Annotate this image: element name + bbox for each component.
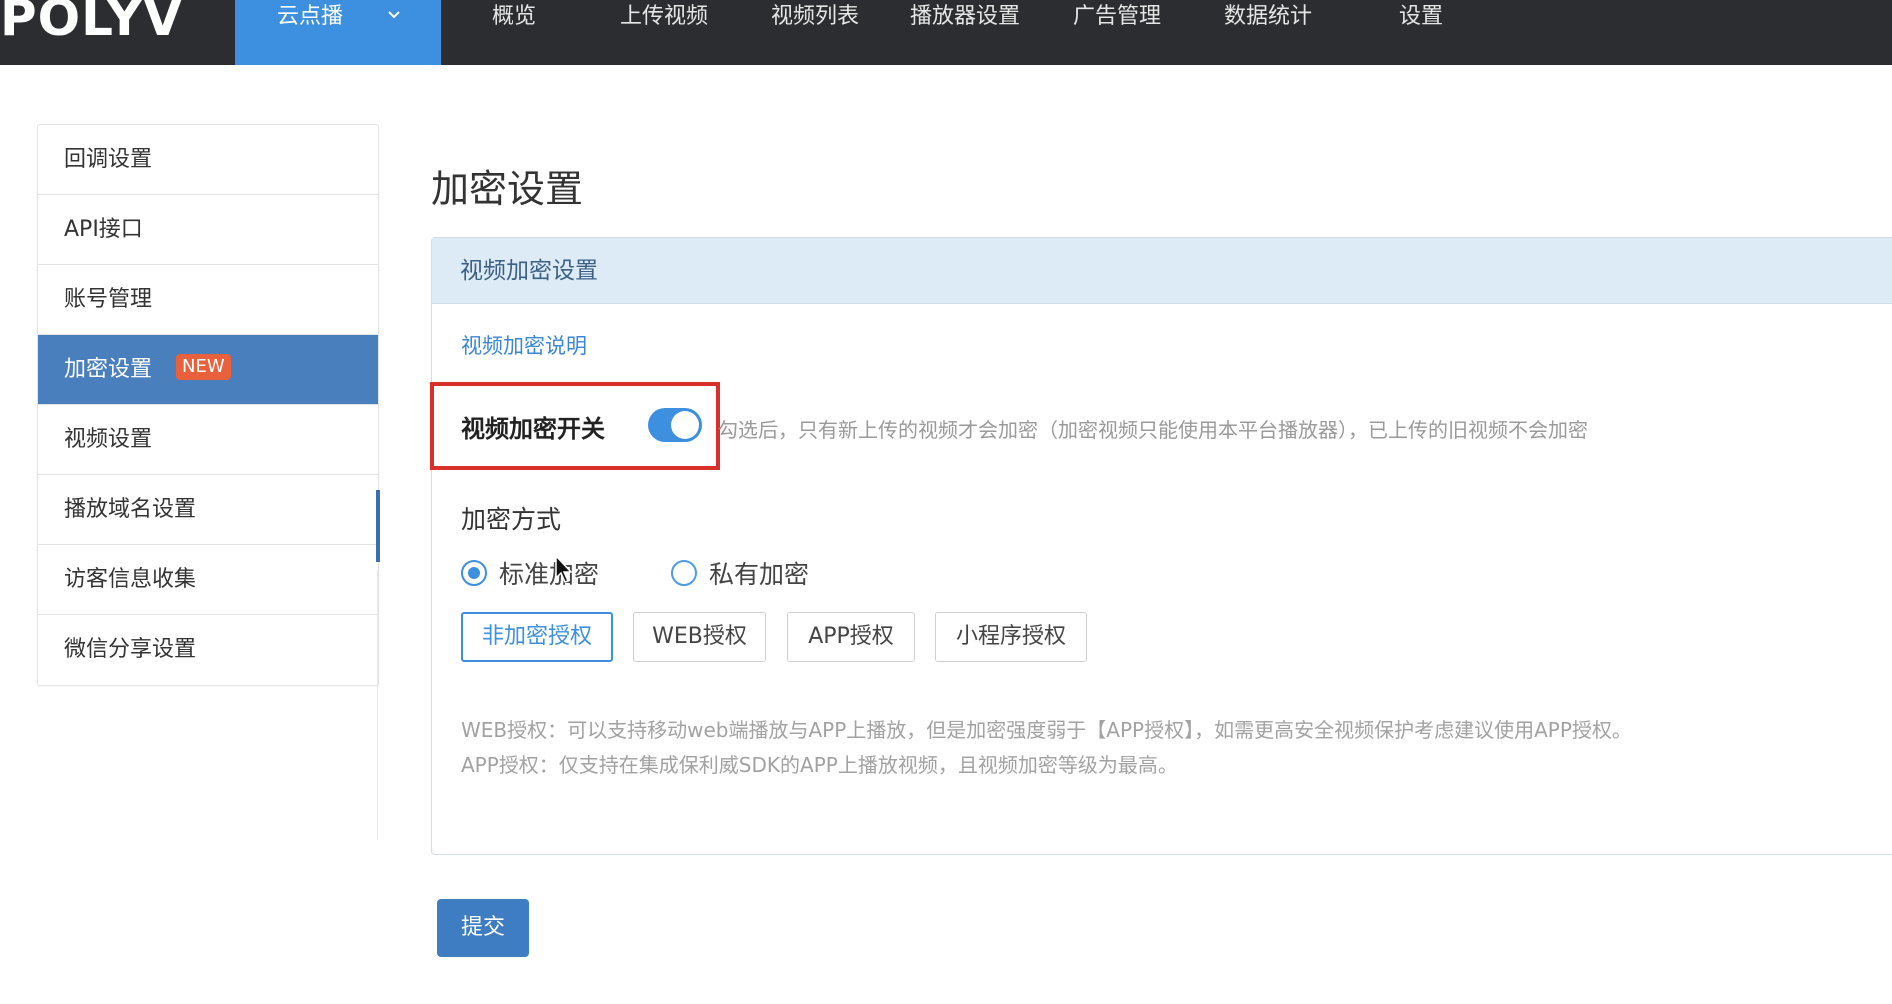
sidebar-item-label: 回调设置 — [64, 147, 153, 172]
radio-label: 私有加密 — [709, 560, 810, 589]
nav-item-player-settings[interactable]: 播放器设置 — [910, 0, 1020, 34]
nav-item-overview[interactable]: 概览 — [492, 0, 536, 34]
radio-label: 标准加密 — [499, 560, 600, 589]
sidebar-scroll-indicator[interactable] — [376, 490, 380, 562]
nav-item-upload-video[interactable]: 上传视频 — [620, 0, 708, 34]
new-badge: NEW — [176, 354, 231, 380]
chevron-down-icon — [388, 11, 400, 19]
submit-button[interactable]: 提交 — [437, 899, 529, 957]
nav-item-cloud-vod[interactable]: 云点播 — [235, 0, 441, 65]
nav-item-statistics[interactable]: 数据统计 — [1224, 0, 1312, 34]
nav-item-video-list[interactable]: 视频列表 — [771, 0, 859, 34]
sidebar-item-video-settings[interactable]: 视频设置 — [38, 405, 378, 475]
mini-program-auth-button[interactable]: 小程序授权 — [935, 612, 1087, 662]
sidebar-item-account-management[interactable]: 账号管理 — [38, 265, 378, 335]
top-navigation-bar: POLYV 云点播 概览 上传视频 视频列表 播放器设置 广告管理 数据统计 设… — [0, 0, 1892, 65]
radio-private-encryption[interactable]: 私有加密 — [671, 558, 810, 589]
encryption-switch-note: 勾选后，只有新上传的视频才会加密（加密视频只能使用本平台播放器），已上传的旧视频… — [718, 418, 1588, 442]
app-auth-description: APP授权：仅支持在集成保利威SDK的APP上播放视频，且视频加密等级为最高。 — [461, 753, 1178, 777]
sidebar-item-label: API接口 — [64, 217, 143, 242]
settings-sidebar: 回调设置 API接口 账号管理 加密设置 NEW 视频设置 播放域名设置 访客信息… — [37, 124, 379, 686]
encryption-help-link[interactable]: 视频加密说明 — [461, 330, 587, 360]
encryption-switch-label: 视频加密开关 — [461, 415, 605, 443]
sidebar-item-api[interactable]: API接口 — [38, 195, 378, 265]
mouse-pointer-icon — [555, 555, 573, 583]
nav-item-ad-management[interactable]: 广告管理 — [1073, 0, 1161, 34]
encryption-toggle-switch[interactable] — [648, 408, 702, 442]
web-auth-button[interactable]: WEB授权 — [633, 612, 766, 662]
sidebar-item-label: 账号管理 — [64, 287, 153, 312]
sidebar-item-wechat-share[interactable]: 微信分享设置 — [38, 615, 378, 685]
web-auth-description: WEB授权：可以支持移动web端播放与APP上播放，但是加密强度弱于【APP授权… — [461, 718, 1632, 742]
polyv-logo[interactable]: POLYV — [0, 0, 210, 44]
app-auth-button[interactable]: APP授权 — [787, 612, 915, 662]
sidebar-item-label: 访客信息收集 — [64, 567, 197, 592]
sidebar-item-label: 加密设置 — [64, 357, 153, 382]
nav-item-cloud-vod-label: 云点播 — [277, 4, 344, 29]
radio-unchecked-icon — [671, 560, 697, 586]
sidebar-item-label: 微信分享设置 — [64, 637, 197, 662]
sidebar-item-playback-domain[interactable]: 播放域名设置 — [38, 475, 378, 545]
sidebar-item-visitor-info[interactable]: 访客信息收集 — [38, 545, 378, 615]
sidebar-divider — [377, 570, 378, 840]
nav-item-settings[interactable]: 设置 — [1399, 0, 1443, 34]
non-encrypted-auth-button[interactable]: 非加密授权 — [461, 612, 613, 662]
page-title: 加密设置 — [431, 167, 584, 211]
sidebar-item-encryption-settings[interactable]: 加密设置 NEW — [38, 335, 378, 405]
sidebar-item-label: 播放域名设置 — [64, 497, 197, 522]
sidebar-item-label: 视频设置 — [64, 427, 153, 452]
encryption-method-title: 加密方式 — [461, 505, 562, 534]
sidebar-item-callback-settings[interactable]: 回调设置 — [38, 125, 378, 195]
radio-checked-icon — [461, 560, 487, 586]
radio-standard-encryption[interactable]: 标准加密 — [461, 558, 600, 589]
panel-title: 视频加密设置 — [432, 238, 1892, 304]
toggle-knob — [671, 411, 699, 439]
